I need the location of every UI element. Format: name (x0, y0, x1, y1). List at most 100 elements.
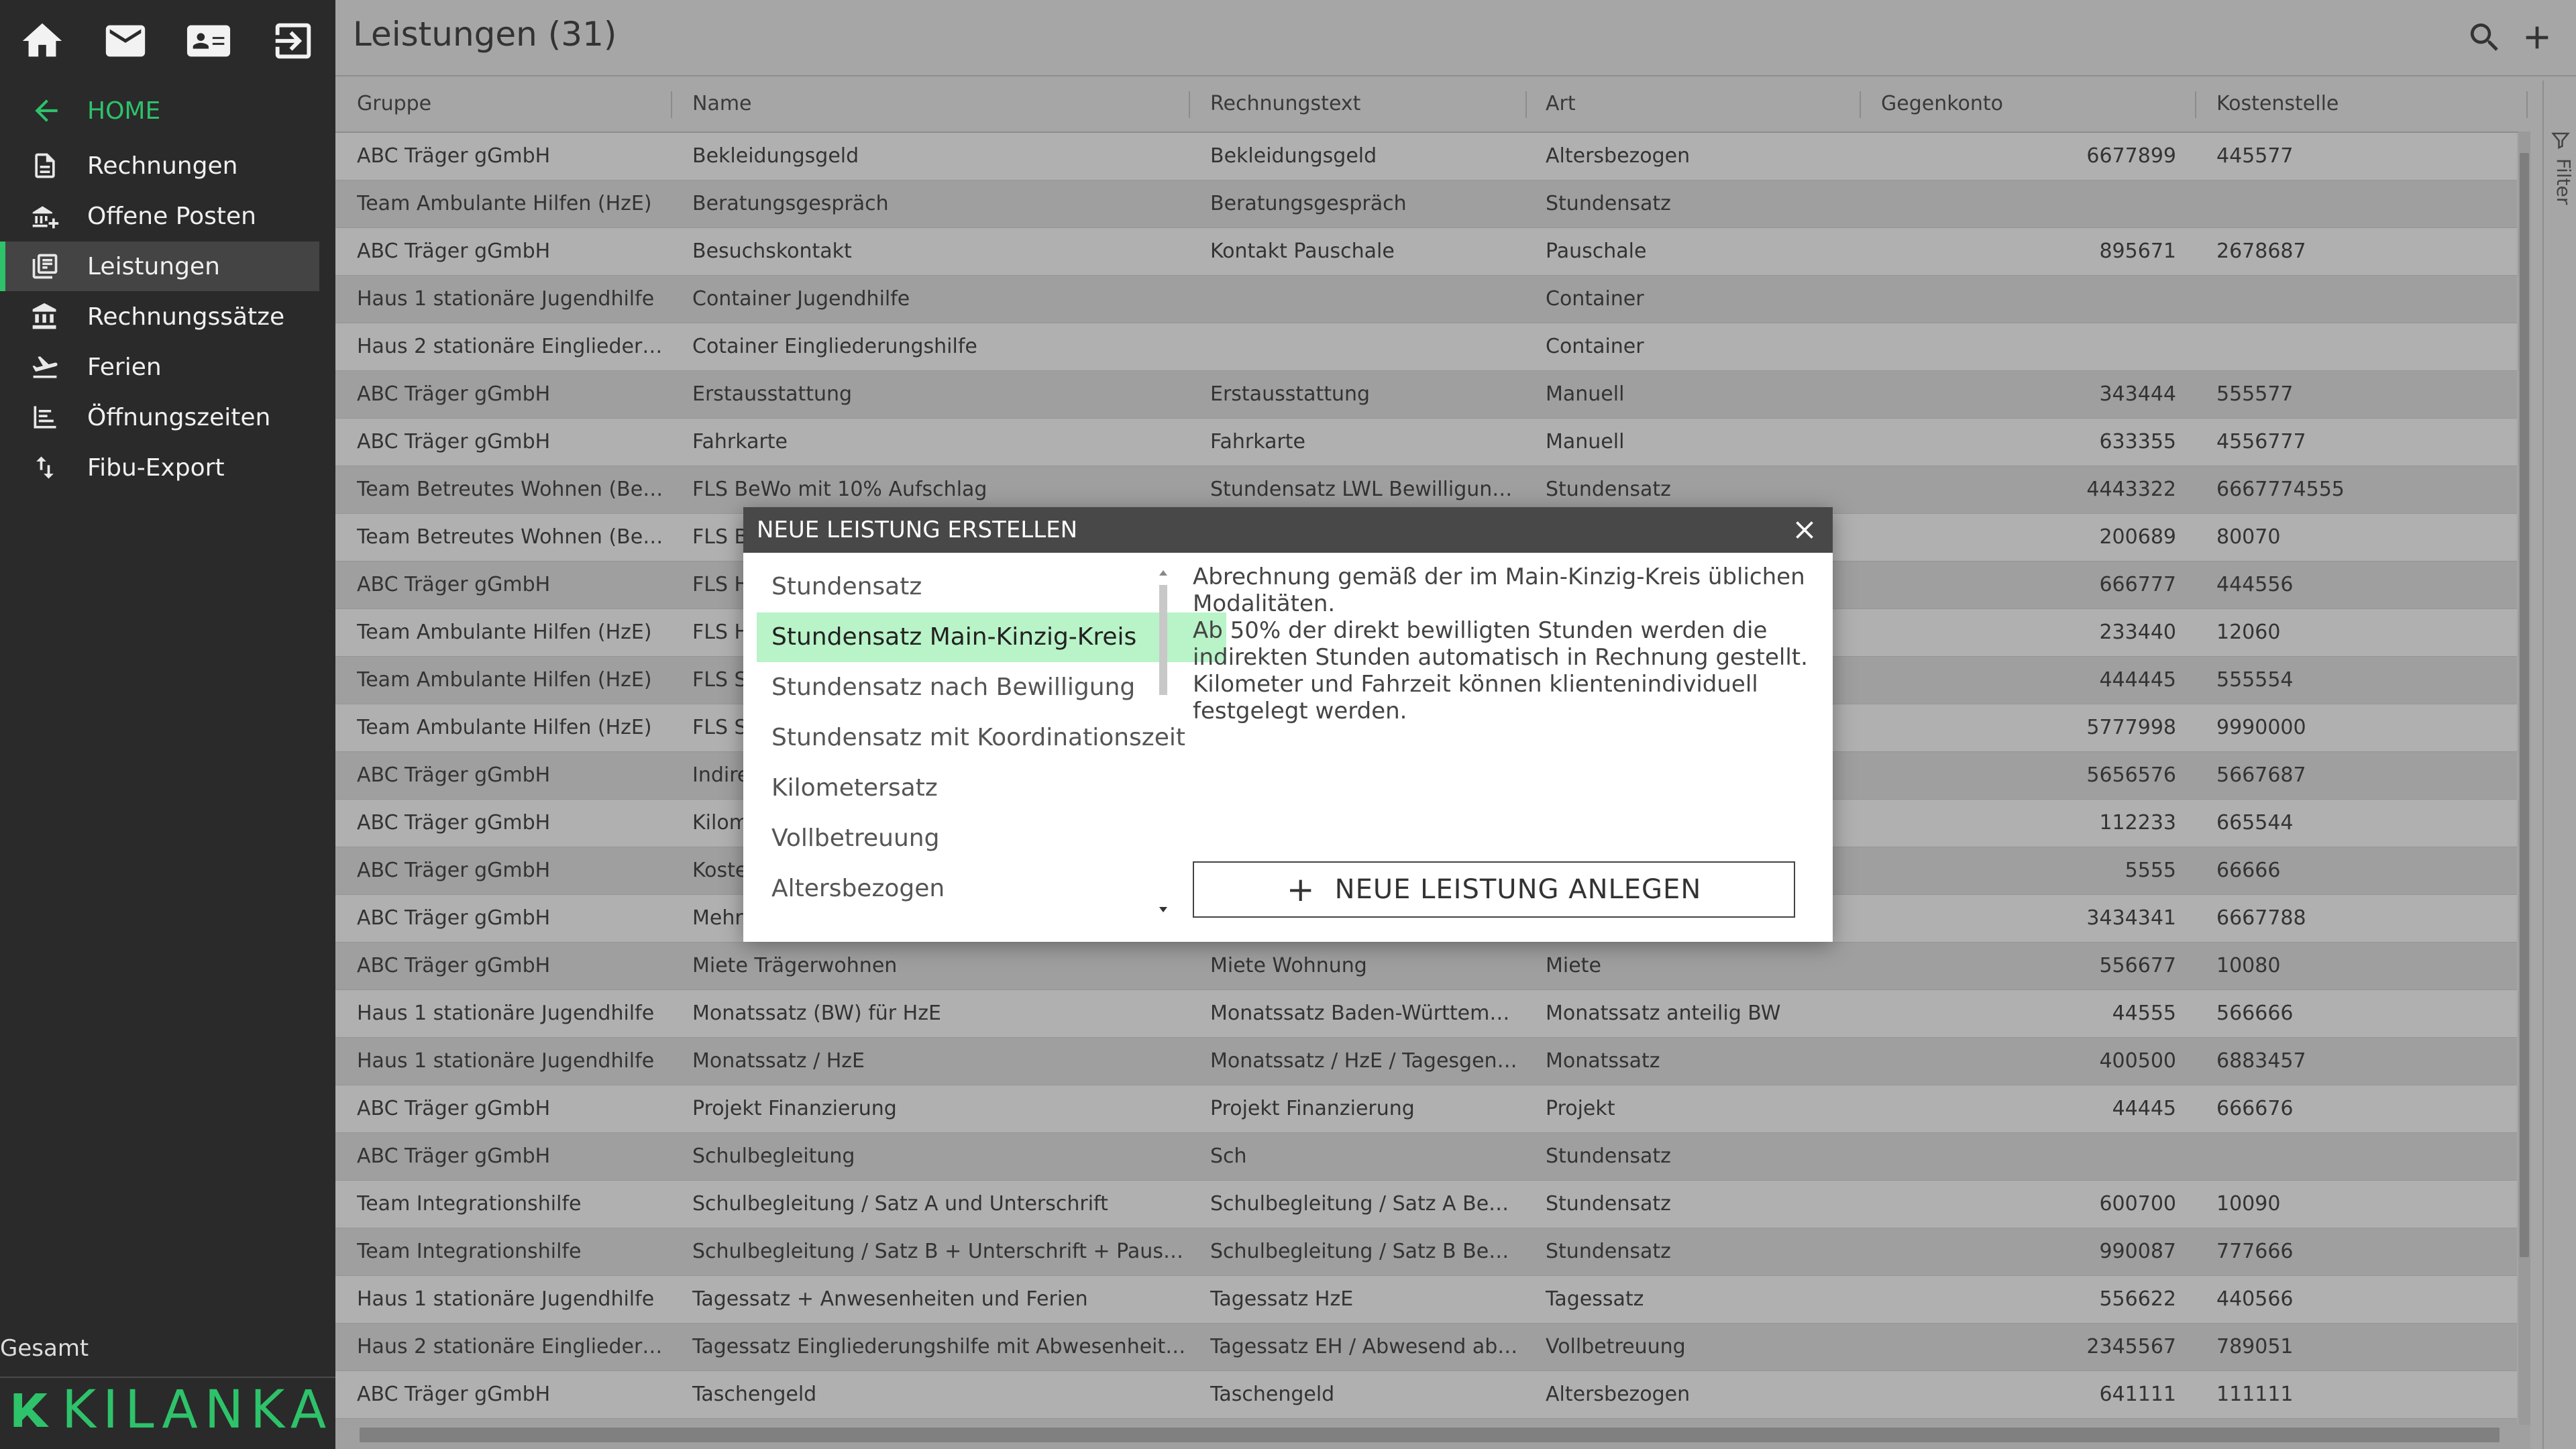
column-divider[interactable] (671, 91, 672, 118)
cell-art: Monatssatz (1546, 1049, 1660, 1073)
cell-art: Stundensatz (1546, 1144, 1671, 1168)
cell-kostenstelle: 343434 (2216, 1419, 2498, 1425)
cell-name: Schulbegleitung (692, 1144, 855, 1168)
cell-gruppe: ABC Träger gGmbH (357, 1383, 551, 1406)
cell-art: Terminbezogener Tagessatz (1546, 1419, 1854, 1425)
column-header-kostenstelle[interactable]: Kostenstelle (2216, 76, 2339, 131)
column-divider[interactable] (1189, 91, 1190, 118)
list-scrollbar[interactable] (1154, 566, 1173, 916)
table-row[interactable]: Haus 2 stationäre Eingliederung... Termin… (335, 1419, 2517, 1425)
cell-gegenkonto: 990087 (2099, 1240, 2176, 1263)
cell-art: Stundensatz (1546, 1192, 1671, 1216)
add-icon[interactable] (2518, 19, 2556, 56)
cell-gruppe: Team Ambulante Hilfen (HzE) (357, 192, 652, 215)
column-divider[interactable] (2526, 91, 2528, 118)
sidebar-item-rechnungen[interactable]: Rechnungen (0, 141, 319, 191)
table-header: Gruppe Name Rechnungstext Art Gegenkonto… (335, 76, 2530, 133)
cell-gruppe: ABC Träger gGmbH (357, 763, 551, 787)
cell-rechnungstext: Sch (1210, 1144, 1247, 1168)
cell-gegenkonto: 444445 (2099, 668, 2176, 692)
cell-name: Terminbezogener Tagessatz / Behindertenh… (692, 1419, 1189, 1425)
contact-card-icon[interactable] (185, 17, 232, 64)
cell-art: Container (1546, 335, 1644, 358)
dialog-header: NEUE LEISTUNG ERSTELLEN (743, 507, 1833, 553)
sidebar-item-leistungen[interactable]: Leistungen (0, 241, 319, 291)
cell-gegenkonto: 5555 (2125, 859, 2176, 882)
cell-art: Miete (1546, 954, 1601, 977)
cell-kostenstelle (2216, 180, 2498, 227)
create-service-button[interactable]: + NEUE LEISTUNG ANLEGEN (1193, 861, 1795, 918)
cell-gruppe: Team Betreutes Wohnen (BeWo) (357, 478, 665, 501)
table-row[interactable]: Team Integrationshilfe Schulbegleitung / … (335, 1181, 2517, 1228)
table-row[interactable]: Haus 1 stationäre Jugendhilfe Monatssatz … (335, 1038, 2517, 1085)
home-icon[interactable] (19, 17, 66, 64)
table-row[interactable]: ABC Träger gGmbH Schulbegleitung Sch Stunde… (335, 1133, 2517, 1181)
cell-kostenstelle: 2678687 (2216, 239, 2306, 263)
column-divider[interactable] (1525, 91, 1527, 118)
table-row[interactable]: Haus 1 stationäre Jugendhilfe Tagessatz +… (335, 1276, 2517, 1324)
column-header-art[interactable]: Art (1546, 76, 1576, 131)
filter-icon[interactable] (2551, 130, 2571, 150)
table-row[interactable]: ABC Träger gGmbH Bekleidungsgeld Bekleidun… (335, 133, 2517, 180)
cell-kostenstelle: 665544 (2216, 811, 2294, 835)
sidebar-item-oeffnungszeiten[interactable]: Öffnungszeiten (0, 392, 319, 442)
filter-label[interactable]: Filter (2553, 158, 2575, 205)
search-icon[interactable] (2466, 19, 2504, 56)
horizontal-scroll-thumb[interactable] (360, 1428, 2500, 1442)
column-header-name[interactable]: Name (692, 76, 752, 131)
cell-gegenkonto: 556622 (2099, 1287, 2176, 1311)
cell-art: Pauschale (1546, 239, 1647, 263)
table-row[interactable]: Haus 1 stationäre Jugendhilfe Container J… (335, 276, 2517, 323)
table-row[interactable]: ABC Träger gGmbH Projekt Finanzierung Proj… (335, 1085, 2517, 1133)
table-row[interactable]: ABC Träger gGmbH Besuchskontakt Kontakt Pa… (335, 228, 2517, 276)
column-header-gruppe[interactable]: Gruppe (357, 76, 431, 131)
cell-gruppe: ABC Träger gGmbH (357, 573, 551, 596)
sidebar-item-fibu-export[interactable]: Fibu-Export (0, 443, 319, 492)
table-row[interactable]: Team Integrationshilfe Schulbegleitung / … (335, 1228, 2517, 1276)
cell-rechnungstext: Terminbezogener Tagessatz (1210, 1419, 1519, 1425)
invoice-icon (28, 149, 62, 182)
table-row[interactable]: ABC Träger gGmbH Erstausstattung Erstausst… (335, 371, 2517, 419)
cell-kostenstelle: 789051 (2216, 1335, 2294, 1358)
vertical-scroll-thumb[interactable] (2520, 153, 2529, 1257)
filter-panel[interactable] (2542, 80, 2576, 1449)
table-row[interactable]: ABC Träger gGmbH Miete Trägerwohnen Miete … (335, 943, 2517, 990)
table-row[interactable]: Haus 1 stationäre Jugendhilfe Monatssatz … (335, 990, 2517, 1038)
home-label: HOME (87, 97, 161, 125)
cell-art: Tagessatz (1546, 1287, 1644, 1311)
cell-kostenstelle: 12060 (2216, 621, 2281, 644)
sidebar: HOME Rechnungen Offene Posten Leistungen… (0, 0, 335, 1449)
cell-rechnungstext: Schulbegleitung / Satz B Bewilli... (1210, 1240, 1519, 1263)
cell-art: Stundensatz (1546, 1240, 1671, 1263)
table-row[interactable]: ABC Träger gGmbH Fahrkarte Fahrkarte Manuel… (335, 419, 2517, 466)
column-divider[interactable] (2195, 91, 2196, 118)
column-header-rechnungstext[interactable]: Rechnungstext (1210, 76, 1360, 131)
table-row[interactable]: Team Ambulante Hilfen (HzE) Beratungsgesp… (335, 180, 2517, 228)
cell-gegenkonto: 44555 (2112, 1002, 2176, 1025)
sidebar-item-label: Fibu-Export (87, 453, 225, 482)
home-link[interactable]: HOME (30, 87, 160, 134)
services-icon (28, 250, 62, 283)
sidebar-item-offene-posten[interactable]: Offene Posten (0, 191, 319, 241)
cell-name: Erstausstattung (692, 382, 853, 406)
cell-name: Projekt Finanzierung (692, 1097, 897, 1120)
logout-icon[interactable] (270, 17, 317, 64)
cell-art: Manuell (1546, 430, 1625, 453)
cell-kostenstelle: 555577 (2216, 382, 2294, 406)
mail-icon[interactable] (102, 17, 149, 64)
close-icon[interactable] (1790, 515, 1819, 545)
sidebar-item-ferien[interactable]: Ferien (0, 342, 319, 392)
sidebar-item-label: Ferien (87, 353, 162, 381)
cell-kostenstelle: 5667687 (2216, 763, 2306, 787)
cell-rechnungstext: Bekleidungsgeld (1210, 144, 1377, 168)
table-row[interactable]: Haus 2 stationäre Eingliederung... Tagess… (335, 1324, 2517, 1371)
cell-art: Stundensatz (1546, 192, 1671, 215)
cell-art: Vollbetreuung (1546, 1335, 1686, 1358)
sidebar-top-icons (0, 0, 335, 80)
column-header-gegenkonto[interactable]: Gegenkonto (1881, 76, 2003, 131)
table-row[interactable]: Haus 2 stationäre Eingliederung... Cotain… (335, 323, 2517, 371)
cell-art: Altersbezogen (1546, 1383, 1690, 1406)
column-divider[interactable] (1860, 91, 1861, 118)
table-row[interactable]: ABC Träger gGmbH Taschengeld Taschengeld Al… (335, 1371, 2517, 1419)
sidebar-item-rechnungssaetze[interactable]: Rechnungssätze (0, 292, 319, 341)
